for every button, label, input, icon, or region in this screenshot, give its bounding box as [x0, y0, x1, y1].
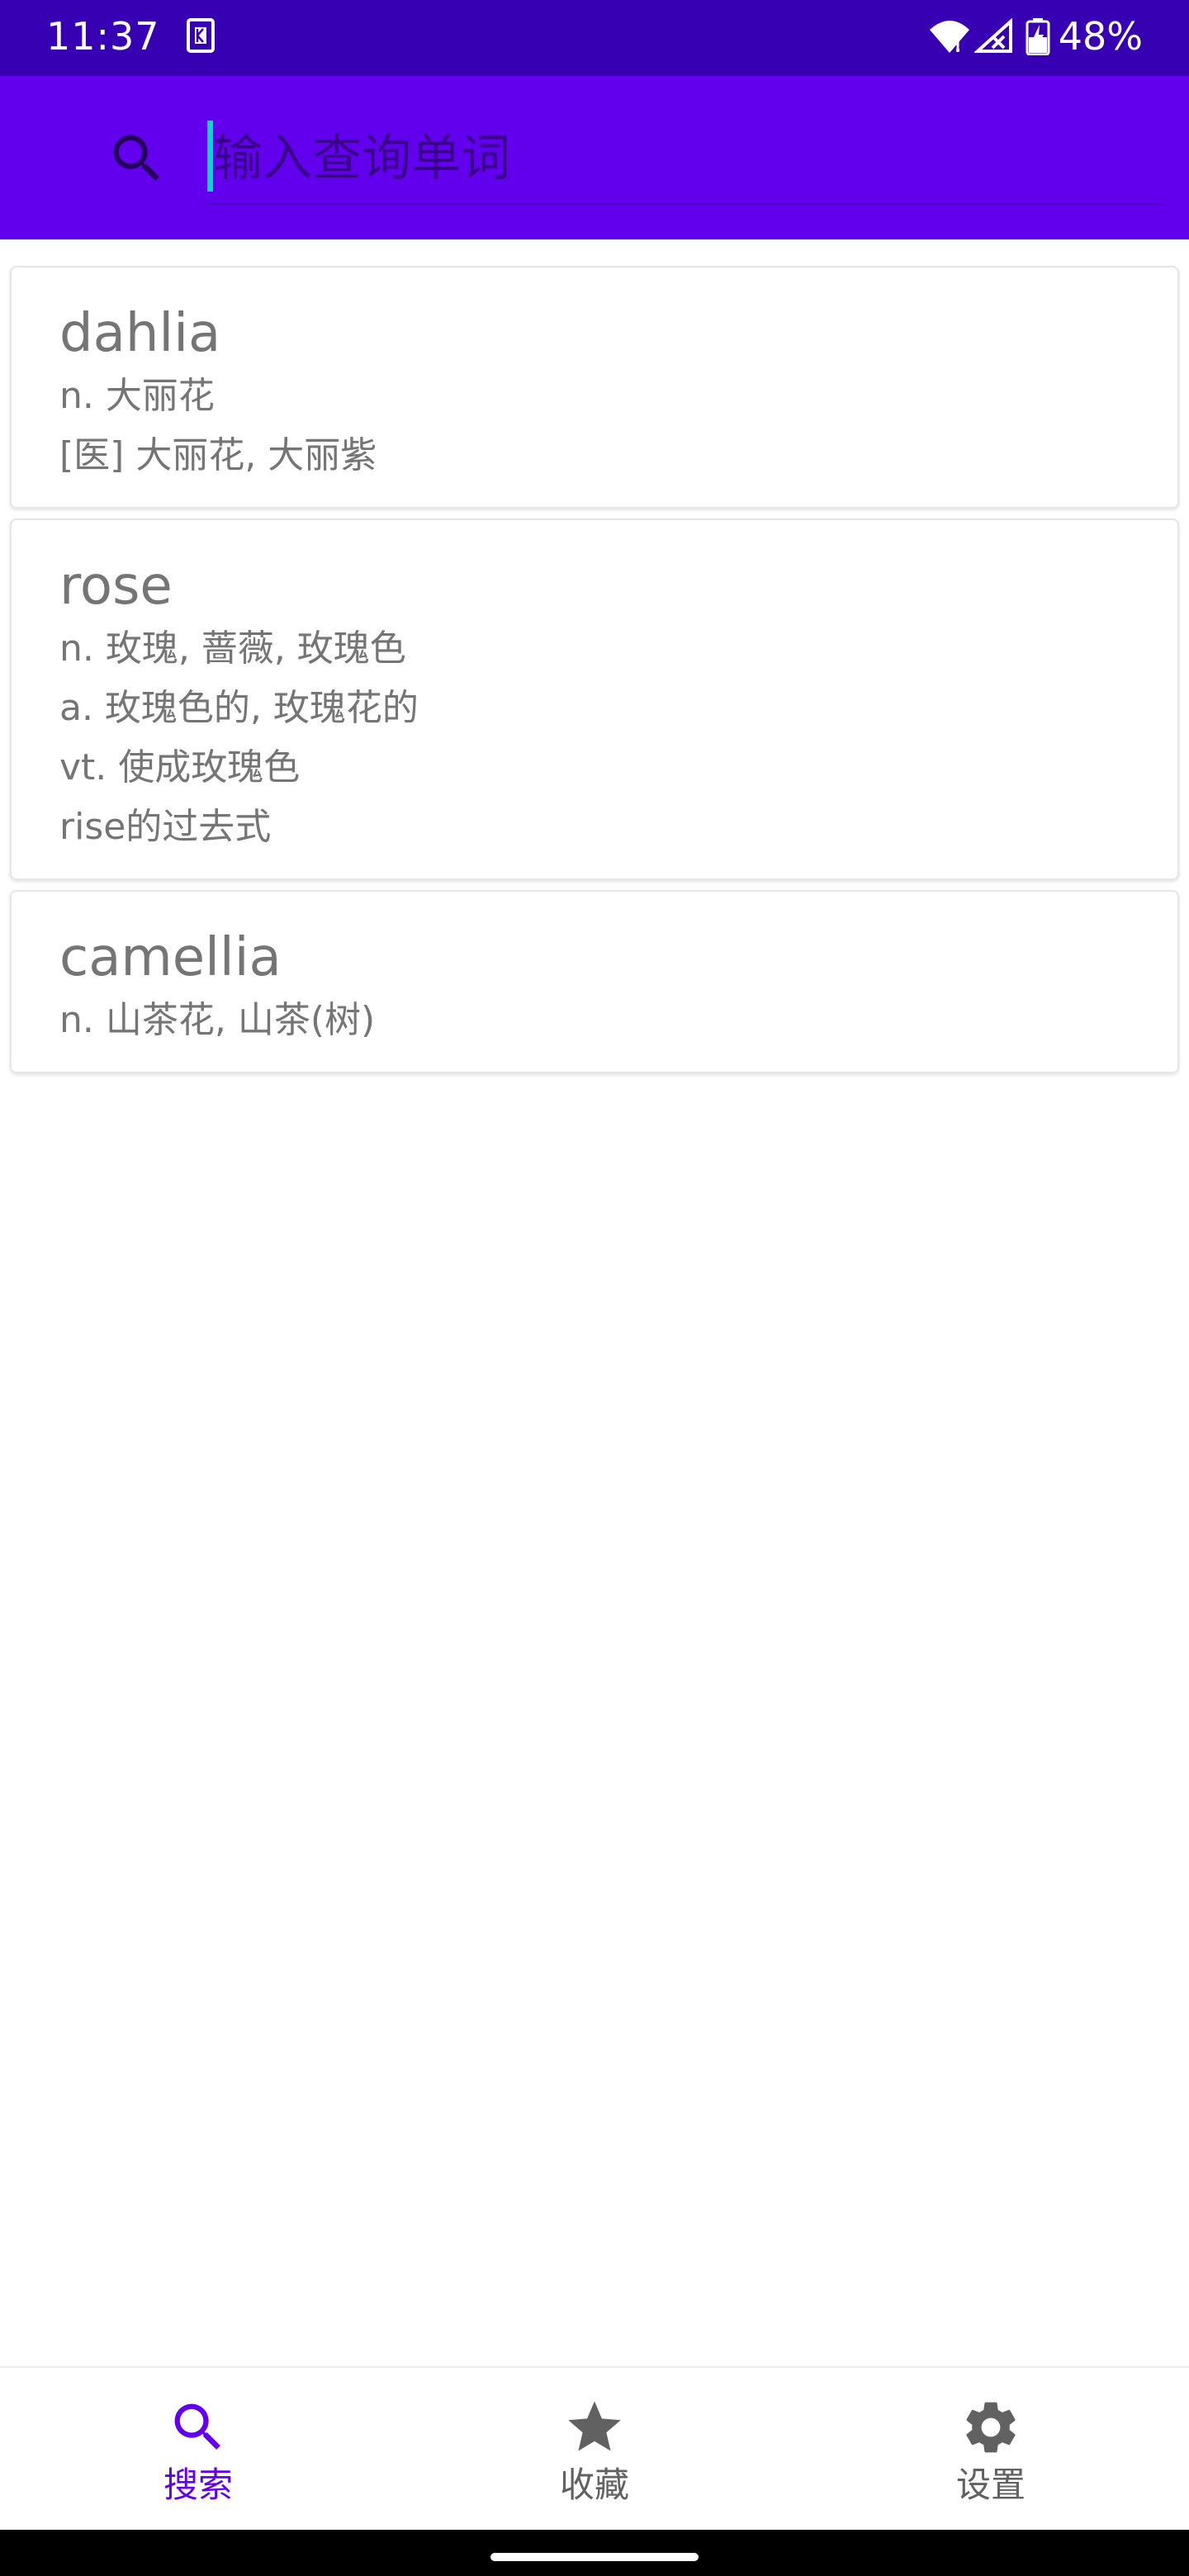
nav-item-settings[interactable]: 设置	[793, 2368, 1189, 2531]
word-title: camellia	[59, 927, 282, 988]
word-card-dahlia[interactable]: dahlia n. 大丽花 [医] 大丽花, 大丽紫	[10, 266, 1179, 509]
nav-label-favorites: 收藏	[559, 2465, 629, 2505]
search-app-bar	[0, 76, 1189, 239]
word-definition: n. 山茶花, 山茶(树)	[59, 999, 376, 1041]
word-definition: n. 玫瑰, 蔷薇, 玫瑰色	[59, 627, 406, 670]
status-time: 11:37	[46, 14, 160, 59]
word-definition: rise的过去式	[59, 806, 272, 848]
search-icon	[113, 135, 159, 181]
nav-item-search[interactable]: 搜索	[0, 2368, 396, 2531]
status-icons: 48%	[928, 12, 1143, 61]
battery-percentage: 48%	[1058, 14, 1143, 59]
word-definition: a. 玫瑰色的, 玫瑰花的	[59, 687, 419, 729]
system-navigation-bar	[0, 2530, 1189, 2576]
search-icon	[174, 2403, 220, 2450]
home-gesture-handle[interactable]	[490, 2553, 699, 2561]
bottom-navigation: 搜索 收藏 设置	[0, 2366, 1189, 2531]
wifi-icon	[929, 21, 969, 53]
word-title: rose	[59, 556, 173, 617]
nav-label-search: 搜索	[163, 2465, 233, 2505]
signal-icon	[973, 18, 1012, 53]
gear-icon	[966, 2402, 1016, 2453]
battery-charging-icon	[1026, 18, 1050, 55]
word-card-rose[interactable]: rose n. 玫瑰, 蔷薇, 玫瑰色 a. 玫瑰色的, 玫瑰花的 vt. 使成…	[10, 519, 1179, 880]
word-definition: n. 大丽花	[59, 375, 215, 417]
k-app-icon	[187, 18, 215, 53]
word-card-camellia[interactable]: camellia n. 山茶花, 山茶(树)	[10, 890, 1179, 1073]
star-icon	[568, 2401, 621, 2451]
word-title: dahlia	[59, 303, 221, 364]
search-input[interactable]	[206, 114, 1163, 205]
word-list: dahlia n. 大丽花 [医] 大丽花, 大丽紫 rose n. 玫瑰, 蔷…	[10, 266, 1179, 1083]
word-definition: [医] 大丽花, 大丽紫	[59, 434, 377, 476]
word-definition: vt. 使成玫瑰色	[59, 746, 301, 788]
nav-item-favorites[interactable]: 收藏	[396, 2368, 793, 2531]
nav-label-settings: 设置	[955, 2465, 1026, 2505]
status-bar: 11:37 48%	[0, 0, 1189, 76]
text-cursor	[207, 121, 213, 192]
